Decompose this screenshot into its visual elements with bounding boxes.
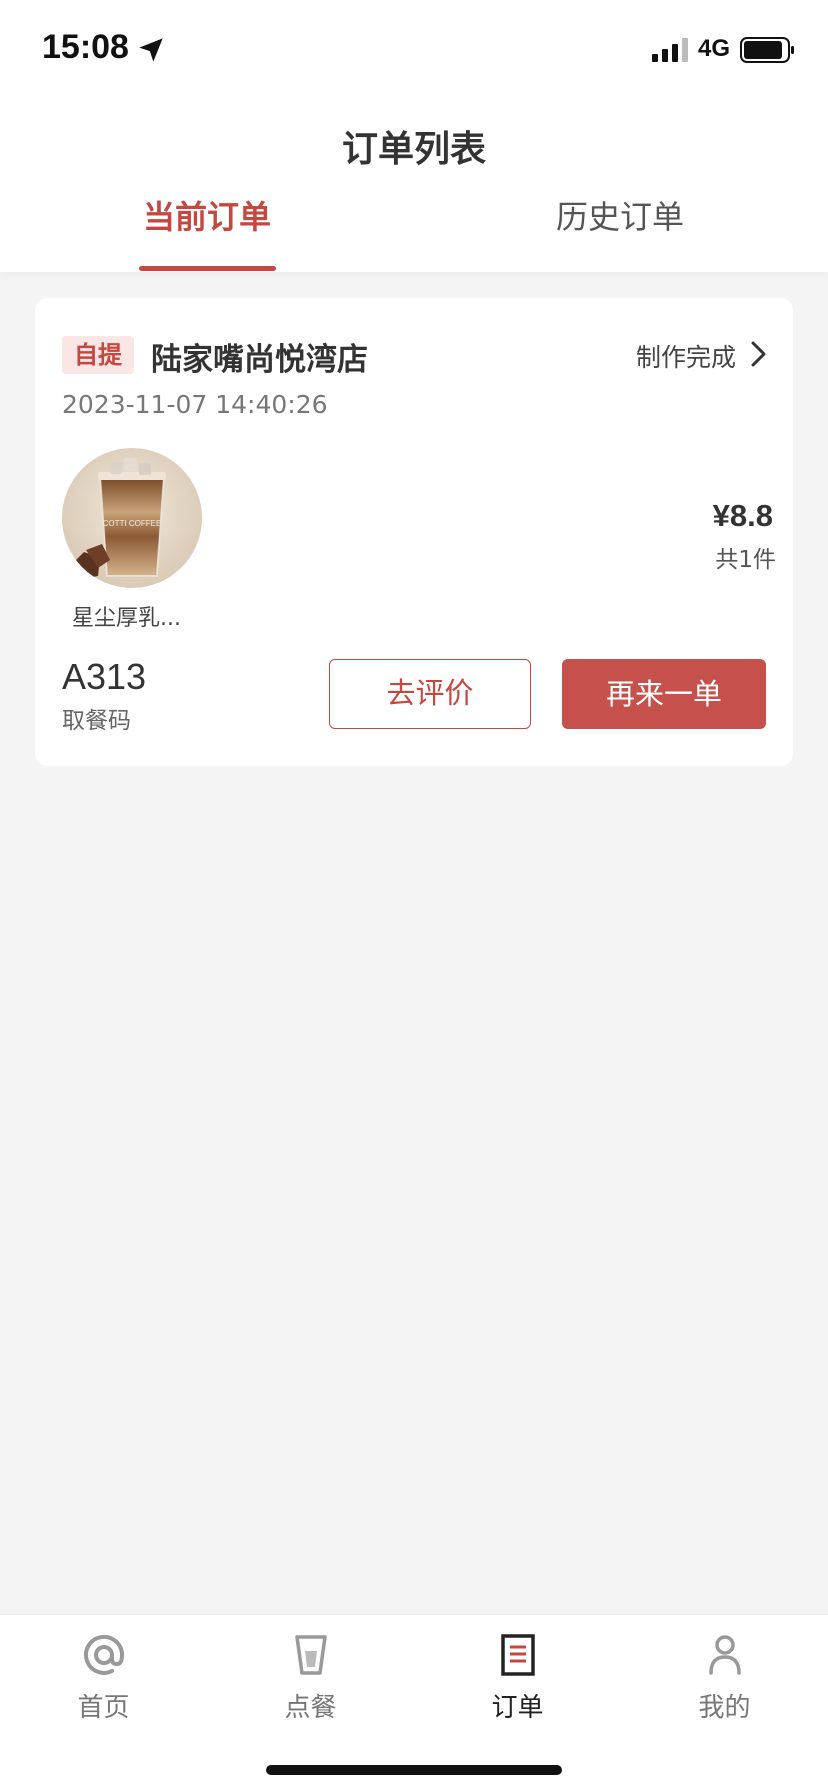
page-title: 订单列表 [341,129,486,170]
battery-icon [740,37,794,63]
nav-item-orders[interactable]: 订单 [414,1625,621,1725]
product-name: 星尘厚乳... [72,606,181,631]
cup-icon [294,1635,327,1675]
tab-history-orders[interactable]: 历史订单 [520,192,720,238]
nav-label-profile: 我的 [698,1693,751,1723]
product-image: COTTI COFFEE [62,448,202,588]
nav-label-order-food: 点餐 [284,1693,337,1723]
order-status[interactable]: 制作完成 [636,338,736,374]
pickup-code: A313 [62,656,147,697]
nav-item-home[interactable]: 首页 [0,1625,207,1725]
user-icon [708,1635,741,1675]
location-arrow-icon [139,38,163,62]
nav-item-profile[interactable]: 我的 [621,1625,828,1725]
order-card[interactable]: 自提 陆家嘴尚悦湾店 制作完成 2023-11-07 14:40:26 COTT… [35,298,793,766]
status-bar: 15:08 4G [0,0,828,100]
order-time: 2023-11-07 14:40:26 [62,390,328,419]
nav-item-order-food[interactable]: 点餐 [207,1625,414,1725]
review-button[interactable]: 去评价 [329,659,531,729]
header: 订单列表 当前订单 历史订单 [0,100,828,272]
at-icon [83,1634,124,1675]
status-time: 15:08 [42,28,129,66]
order-list-icon [500,1634,535,1676]
store-name: 陆家嘴尚悦湾店 [151,342,368,378]
network-type: 4G [698,35,731,62]
chevron-right-icon[interactable] [750,341,768,367]
cellular-signal-icon [652,38,688,62]
nav-label-home: 首页 [77,1693,130,1723]
tab-current-orders[interactable]: 当前订单 [107,192,307,238]
svg-text:COTTI COFFEE: COTTI COFFEE [103,519,162,528]
active-tab-indicator [139,266,276,271]
pickup-code-label: 取餐码 [62,708,131,734]
reorder-button[interactable]: 再来一单 [562,659,766,729]
nav-label-orders: 订单 [491,1693,544,1723]
pickup-badge: 自提 [62,336,134,374]
home-indicator [266,1765,562,1775]
item-count: 共1件 [715,547,776,573]
order-list-screen: 15:08 4G 订单列表 当前订单 历史订单 自提 陆家嘴尚悦湾店 制作完成 [0,0,828,1792]
order-price: ¥8.8 [712,498,773,533]
